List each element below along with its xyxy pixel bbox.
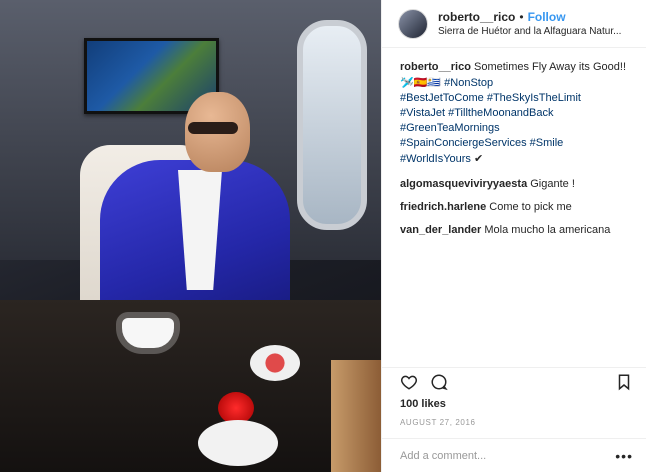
hashtag-link[interactable]: #VistaJet — [400, 107, 445, 119]
comment-input[interactable] — [400, 449, 616, 462]
comment-username[interactable]: friedrich.harlene — [400, 201, 486, 213]
comment-username[interactable]: algomasqueviviryyaesta — [400, 178, 527, 190]
hashtag-link[interactable]: #TilltheMoonandBack — [448, 107, 553, 119]
hashtag-link[interactable]: #BestJetToCome — [400, 92, 484, 104]
comment-username[interactable]: van_der_lander — [400, 224, 481, 236]
comment: algomasqueviviryyaesta Gigante ! — [400, 177, 632, 192]
airplane-window — [297, 20, 367, 230]
add-comment-bar: ••• — [382, 438, 646, 472]
more-options-icon[interactable]: ••• — [615, 448, 633, 464]
location-link[interactable]: Sierra de Huétor and la Alfaguara Natur.… — [438, 26, 621, 37]
post-date: AUGUST 27, 2016 — [400, 418, 476, 427]
likes-count[interactable]: 100 likes — [400, 398, 446, 410]
hashtag-link[interactable]: #Smile — [530, 137, 564, 149]
comment: van_der_lander Mola mucho la americana — [400, 223, 632, 238]
hashtag-link[interactable]: #GreenTeaMornings — [400, 122, 500, 134]
caption: roberto__rico Sometimes Fly Away its Goo… — [400, 60, 632, 167]
header-text: roberto__rico • Follow Sierra de Huétor … — [438, 10, 621, 37]
hashtag-link[interactable]: #SpainConciergeServices — [400, 137, 527, 149]
action-bar — [382, 367, 646, 395]
header-row: roberto__rico • Follow — [438, 10, 621, 24]
comment-text: Come to pick me — [489, 201, 572, 213]
comments-list: roberto__rico Sometimes Fly Away its Goo… — [382, 48, 646, 238]
checkmark-icon: ✔ — [474, 152, 484, 165]
hashtag-link[interactable]: #NonStop — [444, 77, 493, 89]
wood-panel — [331, 360, 381, 472]
bookmark-icon[interactable] — [615, 373, 633, 391]
heart-icon[interactable] — [400, 373, 418, 391]
username-link[interactable]: roberto__rico — [438, 10, 515, 24]
cabin-table — [0, 300, 381, 472]
comment-text: Mola mucho la americana — [484, 224, 611, 236]
tea-cup — [122, 318, 174, 348]
separator-dot: • — [519, 10, 524, 24]
comment: friedrich.harlene Come to pick me — [400, 200, 632, 215]
hashtag-link[interactable]: #TheSkyIsTheLimit — [487, 92, 581, 104]
comment-text: Gigante ! — [530, 178, 575, 190]
post-header: roberto__rico • Follow Sierra de Huétor … — [382, 0, 646, 48]
post-side-panel: roberto__rico • Follow Sierra de Huétor … — [381, 0, 646, 472]
hashtag-link[interactable]: #WorldIsYours — [400, 153, 471, 165]
caption-emojis: 🛩️🇪🇸🇺🇾 — [400, 76, 442, 89]
caption-text: Sometimes Fly Away its Good!! — [473, 61, 627, 73]
plate — [198, 420, 278, 466]
post-photo[interactable] — [0, 0, 381, 472]
avatar[interactable] — [398, 8, 428, 39]
comment-icon[interactable] — [430, 373, 448, 391]
follow-button[interactable]: Follow — [528, 10, 566, 24]
caption-username[interactable]: roberto__rico — [400, 61, 471, 73]
sunglasses — [188, 122, 238, 134]
fruit-bowl — [250, 345, 300, 381]
